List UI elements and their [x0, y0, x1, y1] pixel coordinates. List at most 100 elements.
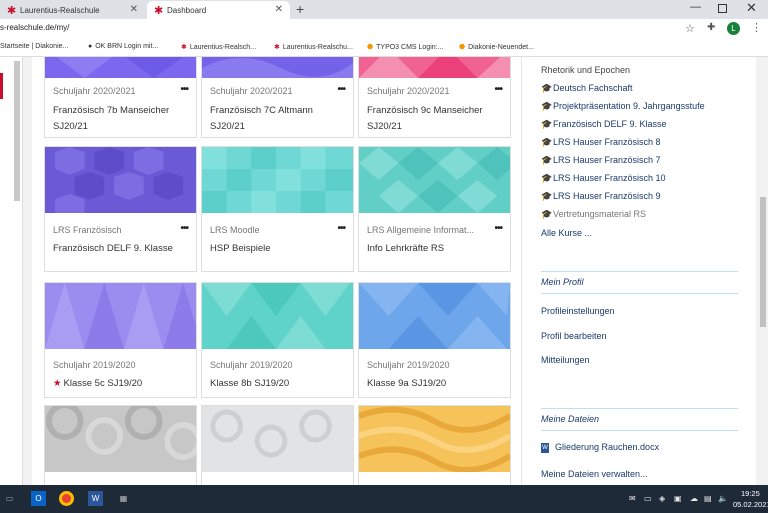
bookmark-item[interactable]: ✱ Laurentius-Realschu...: [274, 43, 353, 51]
app-icon[interactable]: ▦: [116, 491, 131, 506]
course-card[interactable]: Schuljahr 2019/2020 Klasse 8b SJ19/20: [201, 282, 354, 398]
course-card[interactable]: LRS Allgemeine Informat... ••• Info Lehr…: [358, 146, 511, 272]
course-menu-button[interactable]: •••: [180, 223, 188, 234]
course-card[interactable]: [44, 405, 197, 485]
chrome-icon[interactable]: [59, 491, 74, 506]
onedrive-icon[interactable]: ☁: [690, 494, 698, 503]
bookmark-item[interactable]: ✱ Laurentius-Realsch...: [181, 43, 256, 51]
course-card[interactable]: Schuljahr 2020/2021 ••• Französisch 7b M…: [44, 57, 197, 138]
course-link[interactable]: 🎓LRS Hauser Französisch 8: [541, 137, 661, 148]
course-link[interactable]: 🎓LRS Hauser Französisch 9: [541, 191, 661, 202]
clock-date[interactable]: 05.02.2021: [733, 500, 768, 509]
course-name[interactable]: Klasse 8b SJ19/20: [210, 376, 348, 392]
word-doc-icon: W: [541, 442, 549, 453]
tab-label: Laurentius-Realschule: [20, 5, 100, 15]
scrollbar-thumb[interactable]: [760, 197, 766, 327]
tab-laurentius[interactable]: ✱ Laurentius-Realschule ✕: [0, 1, 145, 19]
course-name[interactable]: Französisch 7C Altmann SJ20/21: [210, 103, 348, 135]
course-menu-button[interactable]: •••: [337, 84, 345, 95]
minimize-icon[interactable]: —: [690, 1, 701, 13]
course-card[interactable]: Schuljahr 2019/2020 ★ Klasse 5c SJ19/20: [44, 282, 197, 398]
new-tab-button[interactable]: +: [296, 1, 304, 17]
all-courses-link[interactable]: Alle Kurse ...: [541, 228, 592, 238]
course-menu-button[interactable]: •••: [337, 223, 345, 234]
course-card[interactable]: [201, 405, 354, 485]
course-link[interactable]: 🎓LRS Hauser Französisch 7: [541, 155, 661, 166]
course-name[interactable]: Französisch 9c Manseicher SJ20/21: [367, 103, 505, 135]
course-name[interactable]: Klasse 9a SJ19/20: [367, 376, 505, 392]
typo3-icon: ⬣: [459, 44, 466, 51]
course-image: [45, 406, 196, 472]
page-scrollbar[interactable]: [758, 57, 768, 485]
bookmark-item[interactable]: ⬣ TYPO3 CMS Login:...: [367, 43, 443, 51]
address-bar[interactable]: s-realschule.de/my/: [0, 23, 69, 32]
course-card[interactable]: Schuljahr 2019/2020 Klasse 9a SJ19/20: [358, 282, 511, 398]
outlook-icon[interactable]: O: [31, 491, 46, 506]
course-image: [45, 57, 196, 78]
course-link[interactable]: 🎓Projektpräsentation 9. Jahrgangsstufe: [541, 101, 705, 112]
bookmark-item[interactable]: ● OK BRN Login mit...: [88, 43, 158, 50]
star-icon: ✱: [274, 44, 280, 51]
course-menu-button[interactable]: •••: [180, 84, 188, 95]
network-icon[interactable]: ▣: [674, 494, 682, 503]
course-link[interactable]: 🎓Französisch DELF 9. Klasse: [541, 119, 667, 130]
divider: [541, 271, 738, 272]
clock-time[interactable]: 19:25: [741, 489, 760, 498]
extensions-icon[interactable]: ✚: [707, 22, 715, 33]
active-indicator: [0, 73, 3, 99]
course-image: [359, 406, 510, 473]
bookmark-item[interactable]: ⬣ Diakonie-Neuendet...: [459, 43, 534, 51]
course-menu-button[interactable]: •••: [494, 84, 502, 95]
course-name[interactable]: Französisch 7b Manseicher SJ20/21: [53, 103, 191, 135]
graduation-cap-icon: 🎓: [541, 173, 553, 183]
course-card[interactable]: Schuljahr 2020/2021 ••• Französisch 9c M…: [358, 57, 511, 138]
graduation-cap-icon: 🎓: [541, 137, 553, 147]
course-category: Schuljahr 2019/2020: [53, 360, 136, 370]
mail-icon[interactable]: ✉: [629, 494, 636, 503]
close-icon[interactable]: ✕: [275, 4, 283, 15]
course-name[interactable]: Info Lehrkräfte RS: [367, 241, 505, 257]
divider: [541, 408, 738, 409]
course-link[interactable]: 🎓LRS Hauser Französisch 10: [541, 173, 666, 184]
course-link[interactable]: 🎓Deutsch Fachschaft: [541, 83, 633, 94]
bookmarks-bar: Startseite | Diakonie... ● OK BRN Login m…: [0, 40, 768, 57]
course-image: [202, 283, 353, 349]
tab-label: Dashboard: [167, 5, 207, 15]
course-name[interactable]: Französisch DELF 9. Klasse: [53, 241, 191, 257]
course-link[interactable]: Rhetorik und Epochen: [541, 65, 630, 75]
course-link[interactable]: 🎓Vertretungsmaterial RS: [541, 209, 646, 220]
profile-avatar[interactable]: L: [727, 22, 740, 35]
window-close-icon[interactable]: ✕: [746, 0, 757, 16]
tab-dashboard[interactable]: ✱ Dashboard ✕: [147, 1, 290, 19]
course-image: [45, 283, 196, 349]
course-card[interactable]: [358, 405, 511, 485]
graduation-cap-icon: 🎓: [541, 83, 553, 93]
browser-menu-icon[interactable]: ⋮: [751, 21, 762, 34]
course-card[interactable]: Schuljahr 2020/2021 ••• Französisch 7C A…: [201, 57, 354, 138]
course-name[interactable]: HSP Beispiele: [210, 241, 348, 257]
course-image: [45, 147, 196, 213]
maximize-icon[interactable]: [718, 4, 727, 13]
course-name[interactable]: ★ Klasse 5c SJ19/20: [53, 376, 191, 392]
file-link[interactable]: W Gliederung Rauchen.docx: [541, 442, 659, 453]
bookmark-star-icon[interactable]: ☆: [685, 22, 695, 35]
course-card[interactable]: LRS Französisch ••• Französisch DELF 9. …: [44, 146, 197, 272]
monitor-icon[interactable]: ▭: [644, 494, 652, 503]
profile-settings-link[interactable]: Profileinstellungen: [541, 306, 615, 316]
graduation-cap-icon: 🎓: [541, 101, 553, 111]
manage-files-link[interactable]: Meine Dateien verwalten...: [541, 469, 648, 479]
course-overview: Schuljahr 2020/2021 ••• Französisch 7b M…: [32, 57, 521, 485]
left-scrollbar[interactable]: [14, 61, 20, 201]
course-menu-button[interactable]: •••: [494, 223, 502, 234]
task-view-icon[interactable]: ▭: [2, 491, 17, 506]
close-icon[interactable]: ✕: [130, 4, 138, 15]
volume-icon[interactable]: 🔈: [718, 494, 728, 503]
wifi-icon[interactable]: ▤: [704, 494, 712, 503]
course-card[interactable]: LRS Moodle ••• HSP Beispiele: [201, 146, 354, 272]
messages-link[interactable]: Mitteilungen: [541, 355, 590, 365]
shield-icon[interactable]: ◈: [659, 494, 665, 503]
course-image: [359, 283, 510, 349]
edit-profile-link[interactable]: Profil bearbeiten: [541, 331, 607, 341]
word-icon[interactable]: W: [88, 491, 103, 506]
bookmark-item[interactable]: Startseite | Diakonie...: [0, 43, 68, 50]
